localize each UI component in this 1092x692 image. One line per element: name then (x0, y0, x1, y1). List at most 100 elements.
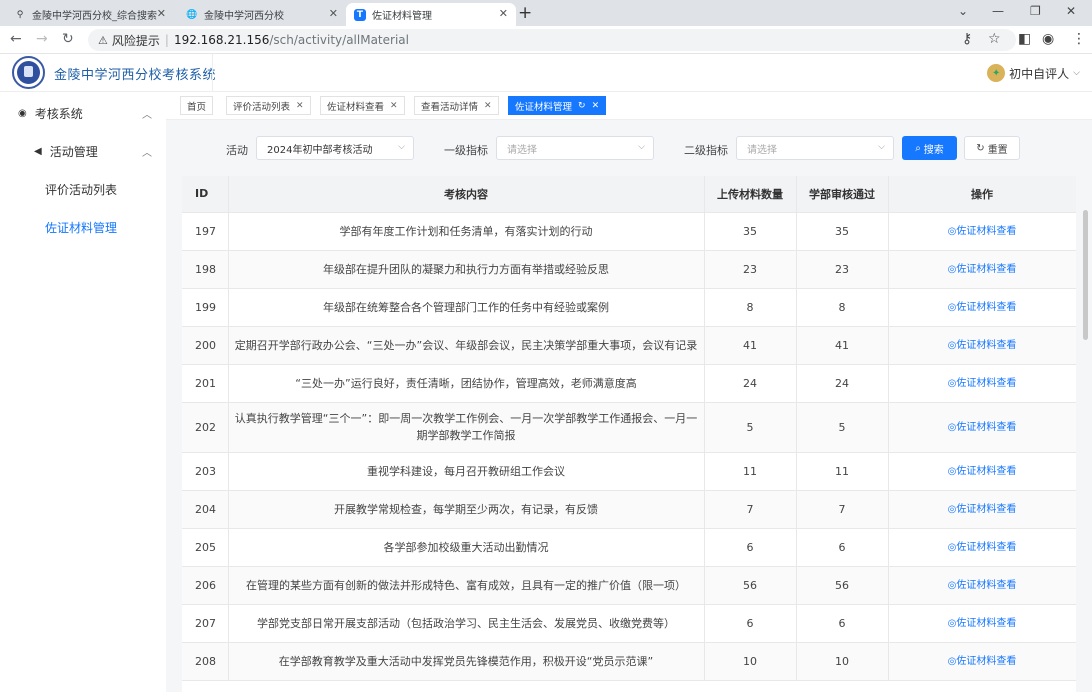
row-uploaded-count: 11 (704, 452, 797, 491)
security-warning[interactable]: 风险提示 (112, 32, 160, 49)
menu-icon[interactable]: ⋮ (1072, 31, 1086, 47)
sidebar-item-label: 评价活动列表 (45, 182, 118, 197)
row-approved-count: 8 (796, 288, 889, 327)
tab-activity-list[interactable]: 评价活动列表 ✕ (226, 96, 311, 115)
tab-material-management[interactable]: 佐证材料管理 ↻ ✕ (508, 96, 607, 115)
row-approved-count: 41 (796, 326, 889, 365)
view-material-label: 佐证材料查看 (956, 421, 1017, 433)
chevron-up-icon: ︿ (142, 109, 152, 121)
activity-select[interactable]: 2024年初中部考核活动 ⌵ (256, 136, 414, 160)
search-button[interactable]: ⌕ 搜索 (902, 136, 957, 160)
view-material-link[interactable]: ◎佐证材料查看 (888, 212, 1076, 251)
avatar: ✦ (987, 64, 1006, 82)
app-icon: T (354, 8, 366, 21)
row-uploaded-count: 7 (704, 490, 797, 529)
tab-list-icon[interactable]: ⌄ (958, 4, 968, 18)
row-uploaded-count: 23 (704, 250, 797, 289)
tab-home[interactable]: 首页 (180, 96, 214, 115)
new-tab-button[interactable]: + (518, 3, 532, 23)
view-material-link[interactable]: ◎佐证材料查看 (888, 604, 1076, 643)
view-material-link[interactable]: ◎佐证材料查看 (888, 642, 1076, 681)
user-menu[interactable]: ✦ 初中自评人 ⌵ (987, 64, 1080, 82)
browser-tab-active[interactable]: T 佐证材料管理 ✕ (346, 3, 516, 26)
view-material-link[interactable]: ◎佐证材料查看 (888, 452, 1076, 491)
table-row: 207 学部党支部日常开展支部活动（包括政治学习、民主生活会、发展党员、收缴党费等… (182, 604, 1076, 643)
browser-tab-home[interactable]: 🌐 金陵中学河西分校 ✕ (178, 3, 346, 26)
view-material-link[interactable]: ◎佐证材料查看 (888, 566, 1076, 605)
search-icon: ⌕ (915, 142, 921, 154)
view-material-label: 佐证材料查看 (956, 377, 1017, 389)
sidebar-item-activity-management[interactable]: ◀ 活动管理 ︿ (0, 132, 166, 170)
browser-tab-title: 金陵中学河西分校 (204, 11, 284, 22)
row-uploaded-count: 5 (704, 402, 797, 453)
column-header-actions[interactable]: 操作 (888, 176, 1076, 213)
row-approved-count: 10 (796, 642, 889, 681)
sidebar-item-assessment[interactable]: ◉ 考核系统 ︿ (0, 94, 166, 132)
row-content: 年级部在统筹整合各个管理部门工作的任务中有经验或案例 (228, 288, 705, 327)
view-material-link[interactable]: ◎佐证材料查看 (888, 364, 1076, 403)
tab-activity-detail[interactable]: 查看活动详情 ✕ (414, 96, 499, 115)
row-content: 学部有年度工作计划和任务清单，有落实计划的行动 (228, 212, 705, 251)
close-icon[interactable]: ✕ (499, 7, 508, 20)
chevron-down-icon: ⌵ (1073, 68, 1080, 78)
refresh-icon[interactable]: ↻ (578, 101, 586, 111)
table-row: 199 年级部在统筹整合各个管理部门工作的任务中有经验或案例 8 8 ◎佐证材料查看 (182, 288, 1076, 327)
forward-icon[interactable]: → (36, 31, 48, 47)
tab-label: 评价活动列表 (233, 101, 291, 113)
restore-icon[interactable]: ❐ (1030, 4, 1041, 18)
level2-select[interactable]: 请选择 ⌵ (736, 136, 894, 160)
view-material-link[interactable]: ◎佐证材料查看 (888, 402, 1076, 453)
view-material-link[interactable]: ◎佐证材料查看 (888, 326, 1076, 365)
scrollbar[interactable] (1083, 210, 1088, 340)
sidebar-item-material-management[interactable]: 佐证材料管理 (0, 208, 166, 246)
back-icon[interactable]: ← (10, 31, 22, 47)
star-icon[interactable]: ☆ (988, 31, 1001, 47)
row-approved-count: 6 (796, 604, 889, 643)
close-icon[interactable]: ✕ (157, 7, 166, 20)
sidebar-item-activity-list[interactable]: 评价活动列表 (0, 170, 166, 208)
close-icon[interactable]: ✕ (296, 101, 304, 111)
view-material-link[interactable]: ◎佐证材料查看 (888, 288, 1076, 327)
reset-button[interactable]: ↻ 重置 (964, 136, 1020, 160)
row-uploaded-count: 35 (704, 212, 797, 251)
column-header-id[interactable]: ID (182, 176, 229, 213)
row-uploaded-count: 56 (704, 566, 797, 605)
view-material-link[interactable]: ◎佐证材料查看 (888, 490, 1076, 529)
close-icon[interactable]: ✕ (390, 101, 398, 111)
minimize-icon[interactable]: — (992, 4, 1004, 18)
view-material-link[interactable]: ◎佐证材料查看 (888, 528, 1076, 567)
row-approved-count: 24 (796, 364, 889, 403)
level2-placeholder: 请选择 (747, 144, 777, 156)
column-header-content[interactable]: 考核内容 (228, 176, 705, 213)
close-icon[interactable]: ✕ (484, 101, 492, 111)
row-approved-count: 5 (796, 402, 889, 453)
profile-icon[interactable]: ◉ (1042, 31, 1054, 47)
browser-tab-strip: ⚲ 金陵中学河西分校_综合搜索 ✕ 🌐 金陵中学河西分校 ✕ T 佐证材料管理 … (0, 0, 1092, 26)
table-row: 198 年级部在提升团队的凝聚力和执行力方面有举措或经验反思 23 23 ◎佐证材料查看 (182, 250, 1076, 289)
reload-icon[interactable]: ↻ (62, 31, 74, 47)
key-icon[interactable]: ⚷ (962, 31, 972, 47)
row-uploaded-count: 8 (704, 288, 797, 327)
column-header-uploaded[interactable]: 上传材料数量 (704, 176, 797, 213)
row-id: 208 (182, 642, 229, 681)
row-id: 204 (182, 490, 229, 529)
level1-select[interactable]: 请选择 ⌵ (496, 136, 654, 160)
row-id: 207 (182, 604, 229, 643)
close-icon[interactable]: ✕ (329, 7, 338, 20)
chevron-down-icon: ⌵ (638, 142, 645, 152)
close-icon[interactable]: ✕ (592, 101, 600, 111)
warning-icon[interactable]: ⚠ (98, 34, 108, 47)
row-content: 在学部教育教学及重大活动中发挥党员先锋模范作用，积极开设“党员示范课” (228, 642, 705, 681)
row-approved-count: 35 (796, 212, 889, 251)
row-uploaded-count: 10 (704, 642, 797, 681)
row-uploaded-count: 6 (704, 528, 797, 567)
side-panel-icon[interactable]: ◧ (1018, 31, 1031, 47)
url-field[interactable]: ⚠ 风险提示 | 192.168.21.156 /sch/activity/al… (88, 29, 1016, 51)
row-content: 开展教学常规检查，每学期至少两次，有记录，有反馈 (228, 490, 705, 529)
column-header-approved[interactable]: 学部审核通过 (796, 176, 889, 213)
close-window-icon[interactable]: ✕ (1066, 4, 1076, 18)
row-id: 200 (182, 326, 229, 365)
browser-tab-search[interactable]: ⚲ 金陵中学河西分校_综合搜索 ✕ (6, 3, 174, 26)
tab-material-view[interactable]: 佐证材料查看 ✕ (320, 96, 405, 115)
view-material-link[interactable]: ◎佐证材料查看 (888, 250, 1076, 289)
